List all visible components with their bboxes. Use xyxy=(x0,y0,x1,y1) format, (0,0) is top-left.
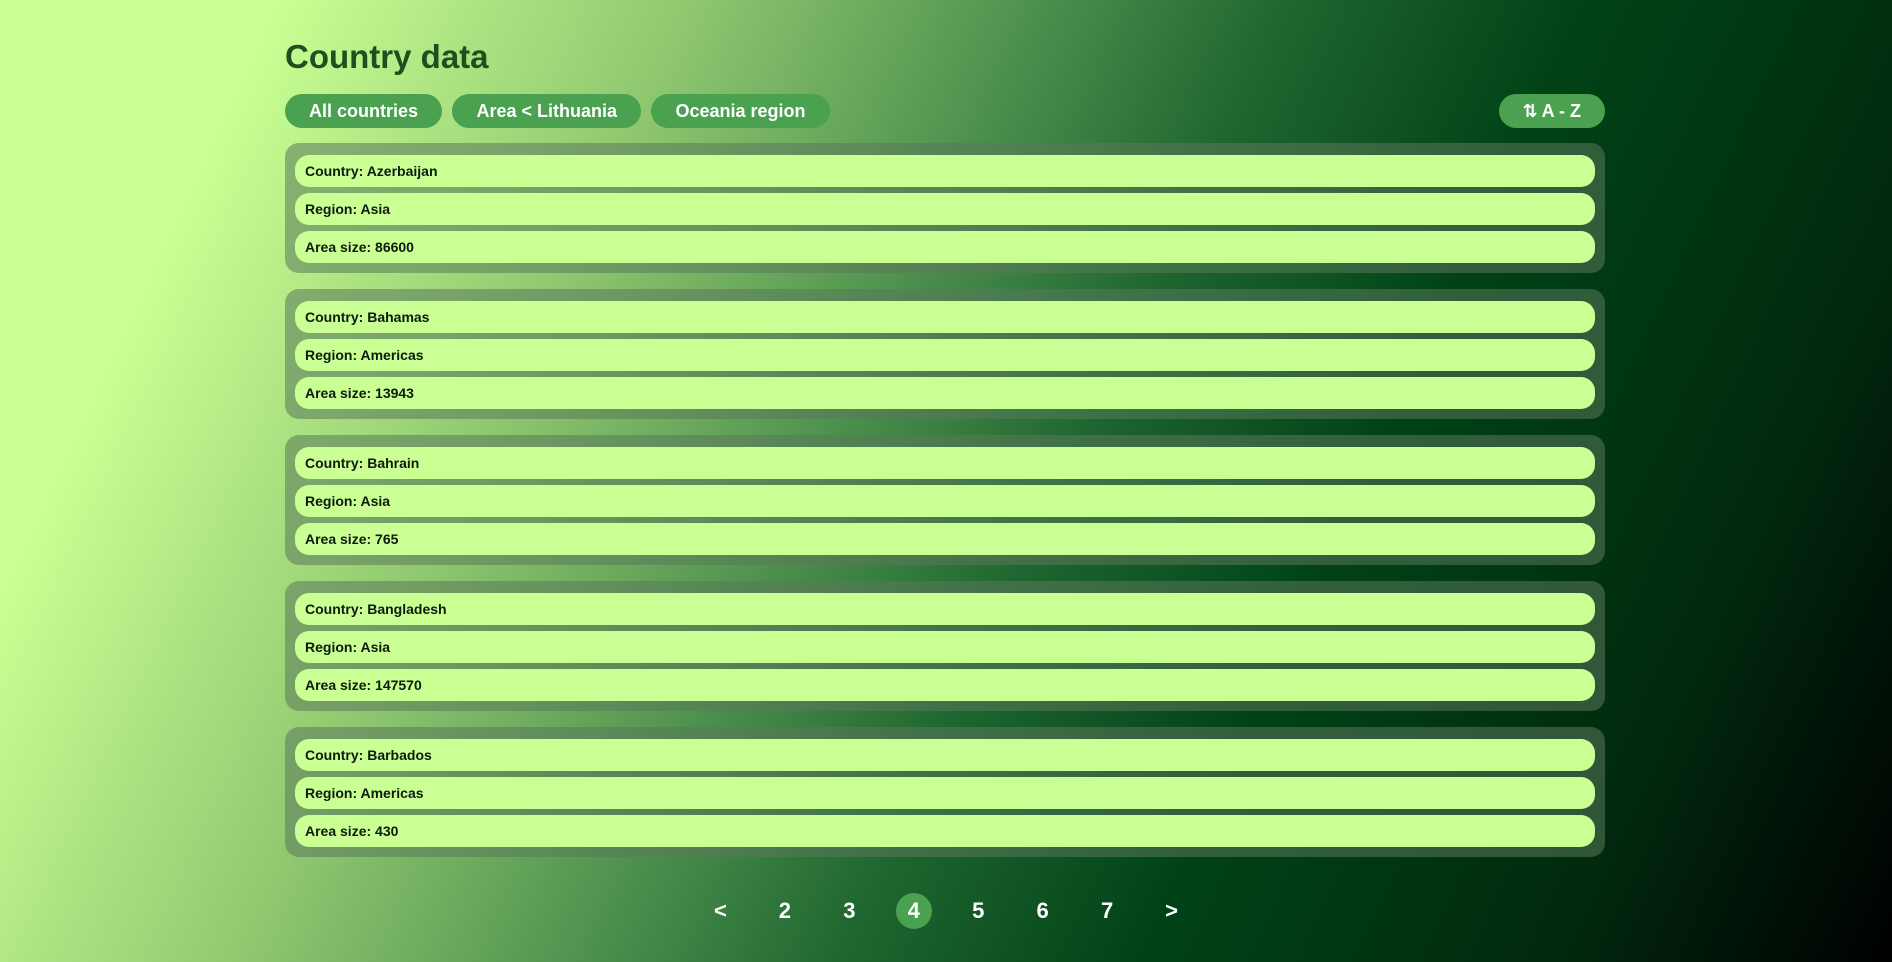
country-area: Area size: 86600 xyxy=(295,231,1595,263)
country-region: Region: Asia xyxy=(295,485,1595,517)
country-name: Country: Barbados xyxy=(295,739,1595,771)
page-button-5[interactable]: 5 xyxy=(960,893,996,929)
country-area: Area size: 430 xyxy=(295,815,1595,847)
page-button-6[interactable]: 6 xyxy=(1025,893,1061,929)
country-card: Country: Bahamas Region: Americas Area s… xyxy=(285,289,1605,419)
country-card: Country: Bahrain Region: Asia Area size:… xyxy=(285,435,1605,565)
country-area: Area size: 147570 xyxy=(295,669,1595,701)
prev-page-button[interactable]: < xyxy=(702,893,738,929)
country-name: Country: Bahrain xyxy=(295,447,1595,479)
filter-area-button[interactable]: Area < Lithuania xyxy=(452,94,642,128)
country-card: Country: Bangladesh Region: Asia Area si… xyxy=(285,581,1605,711)
main-content: Country data All countries Area < Lithua… xyxy=(285,36,1605,873)
country-area: Area size: 13943 xyxy=(295,377,1595,409)
country-region: Region: Asia xyxy=(295,631,1595,663)
country-name: Country: Bangladesh xyxy=(295,593,1595,625)
filter-toolbar: All countries Area < Lithuania Oceania r… xyxy=(285,94,1605,128)
page-button-3[interactable]: 3 xyxy=(831,893,867,929)
country-region: Region: Asia xyxy=(295,193,1595,225)
country-name: Country: Azerbaijan xyxy=(295,155,1595,187)
page-button-2[interactable]: 2 xyxy=(767,893,803,929)
filter-oceania-button[interactable]: Oceania region xyxy=(651,94,830,128)
page-button-7[interactable]: 7 xyxy=(1089,893,1125,929)
page-button-4-current[interactable]: 4 xyxy=(895,893,932,929)
country-region: Region: Americas xyxy=(295,339,1595,371)
sort-button[interactable]: ⇅ A - Z xyxy=(1498,94,1605,128)
country-card: Country: Azerbaijan Region: Asia Area si… xyxy=(285,143,1605,273)
sort-label: A - Z xyxy=(1541,101,1581,121)
country-area: Area size: 765 xyxy=(295,523,1595,555)
country-name: Country: Bahamas xyxy=(295,301,1595,333)
sort-arrows-icon: ⇅ xyxy=(1522,101,1538,121)
country-list: Country: Azerbaijan Region: Asia Area si… xyxy=(285,143,1605,857)
country-region: Region: Americas xyxy=(295,777,1595,809)
page-title: Country data xyxy=(285,38,489,75)
filter-all-countries-button[interactable]: All countries xyxy=(285,94,443,128)
pagination: < 2 3 4 5 6 7 > xyxy=(0,893,1892,931)
country-card: Country: Barbados Region: Americas Area … xyxy=(285,727,1605,857)
next-page-button[interactable]: > xyxy=(1154,893,1190,929)
